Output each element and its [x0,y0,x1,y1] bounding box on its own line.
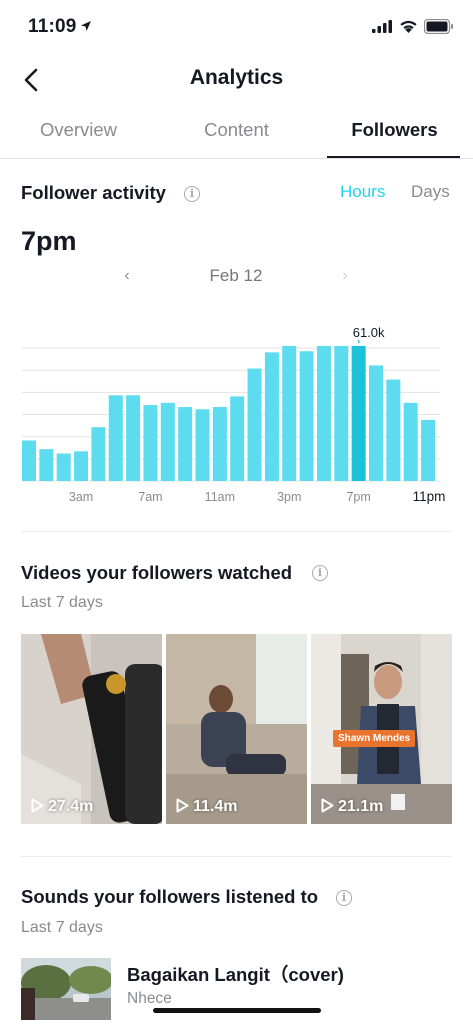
sound-thumbnail [21,958,111,1020]
chart-tick-label: 11pm [413,489,446,504]
chart-bar-8pm[interactable] [369,365,383,481]
chart-bar-6pm[interactable] [334,345,349,481]
next-date-chevron-icon[interactable]: › [336,267,354,285]
videos-section-title: Videos your followers watched [21,562,293,583]
video-views: 27.4m [31,798,93,816]
nav-bar: Analytics [0,56,473,100]
play-icon [321,798,334,813]
play-icon [31,798,44,813]
tab-bar: Overview Content Followers [0,104,473,159]
chart-bar-6am[interactable] [126,395,141,481]
hours-toggle[interactable]: Hours [340,182,385,202]
sound-artist: Nhece [127,990,172,1007]
chart-tick-label: 3am [69,490,93,504]
chart-bar-9am[interactable] [178,407,193,481]
video-thumbnail-image [311,634,452,824]
chart-tick-label: 3pm [277,490,301,504]
sound-thumbnail-image [21,958,111,1020]
tab-followers[interactable]: Followers [316,104,473,158]
chart-bar-5am[interactable] [108,395,123,481]
active-tab-indicator [327,156,460,158]
chart-bar-12pm[interactable] [230,396,245,481]
chart-bar-11pm[interactable] [421,419,436,481]
video-views-count: 11.4m [193,798,238,815]
video-thumbnail[interactable]: 27.4m [21,634,162,824]
sounds-section-title: Sounds your followers listened to [21,886,319,907]
tab-content[interactable]: Content [158,104,315,158]
chart-bar-12am[interactable] [22,440,36,481]
info-icon[interactable]: i [184,186,200,202]
chart-bar-7pm[interactable] [351,345,366,481]
chart-bar-1pm[interactable] [247,368,262,481]
chart-bar-1am[interactable] [39,449,54,481]
previous-date-chevron-icon[interactable]: ‹ [118,267,136,285]
chart-bar-11am[interactable] [212,407,227,481]
video-views-count: 27.4m [48,798,94,815]
chart-bar-2pm[interactable] [264,352,279,481]
chart-bar-8am[interactable] [160,402,175,481]
video-views-count: 21.1m [338,798,384,815]
follower-activity-chart[interactable]: 61.0k 3am 7am 11am 3pm 7pm 11pm [0,300,473,515]
selected-time: 7pm [21,226,77,256]
info-icon[interactable]: i [312,565,328,581]
videos-section-subtitle: Last 7 days [21,594,103,611]
chart-tick-label: 7pm [346,490,370,504]
video-thumbnail[interactable]: 11.4m [166,634,307,824]
section-divider [21,531,452,532]
home-indicator[interactable] [153,1008,321,1013]
follower-activity-title: Follower activity [21,182,166,203]
video-views: 21.1m [321,798,383,816]
location-arrow-icon [81,21,91,31]
chart-tick-label: 11am [205,490,235,504]
video-thumbnail-image [21,634,162,824]
video-views: 11.4m [176,798,237,816]
chart-bar-3pm[interactable] [282,345,297,481]
chart-bar-2am[interactable] [56,453,71,481]
videos-row: 27.4m 11.4m Shawn Mendes 21.1m [21,634,452,824]
chart-bar-4pm[interactable] [299,351,314,481]
video-thumbnail-image [166,634,307,824]
chart-bar-10pm[interactable] [403,402,418,481]
battery-icon [424,19,453,34]
chart-bar-5pm[interactable] [316,345,331,481]
chart-bar-9pm[interactable] [386,379,401,481]
chart-bar-4am[interactable] [91,427,106,481]
section-divider [21,856,452,857]
cellular-signal-icon [372,20,392,33]
days-toggle[interactable]: Days [411,182,450,202]
info-icon[interactable]: i [336,890,352,906]
tab-overview[interactable]: Overview [0,104,157,158]
wifi-icon [400,20,417,33]
page-title: Analytics [189,66,284,89]
chart-bar-10am[interactable] [195,409,210,481]
sound-title: Bagaikan Langit（cover) [127,964,344,985]
sound-tag: Shawn Mendes [333,730,416,747]
date-label: Feb 12 [209,266,263,285]
status-bar: 11:09 [0,0,473,56]
chart-highlight-label: 61.0k [353,325,385,340]
sounds-section-subtitle: Last 7 days [21,919,103,936]
chart-bar-7am[interactable] [143,405,158,481]
chart-tick-label: 7am [138,490,162,504]
play-icon [176,798,189,813]
chart-bar-3am[interactable] [74,451,89,481]
video-thumbnail[interactable]: Shawn Mendes 21.1m [311,634,452,824]
date-navigator: ‹ Feb 12 › [0,266,473,288]
status-time: 11:09 [28,16,77,37]
